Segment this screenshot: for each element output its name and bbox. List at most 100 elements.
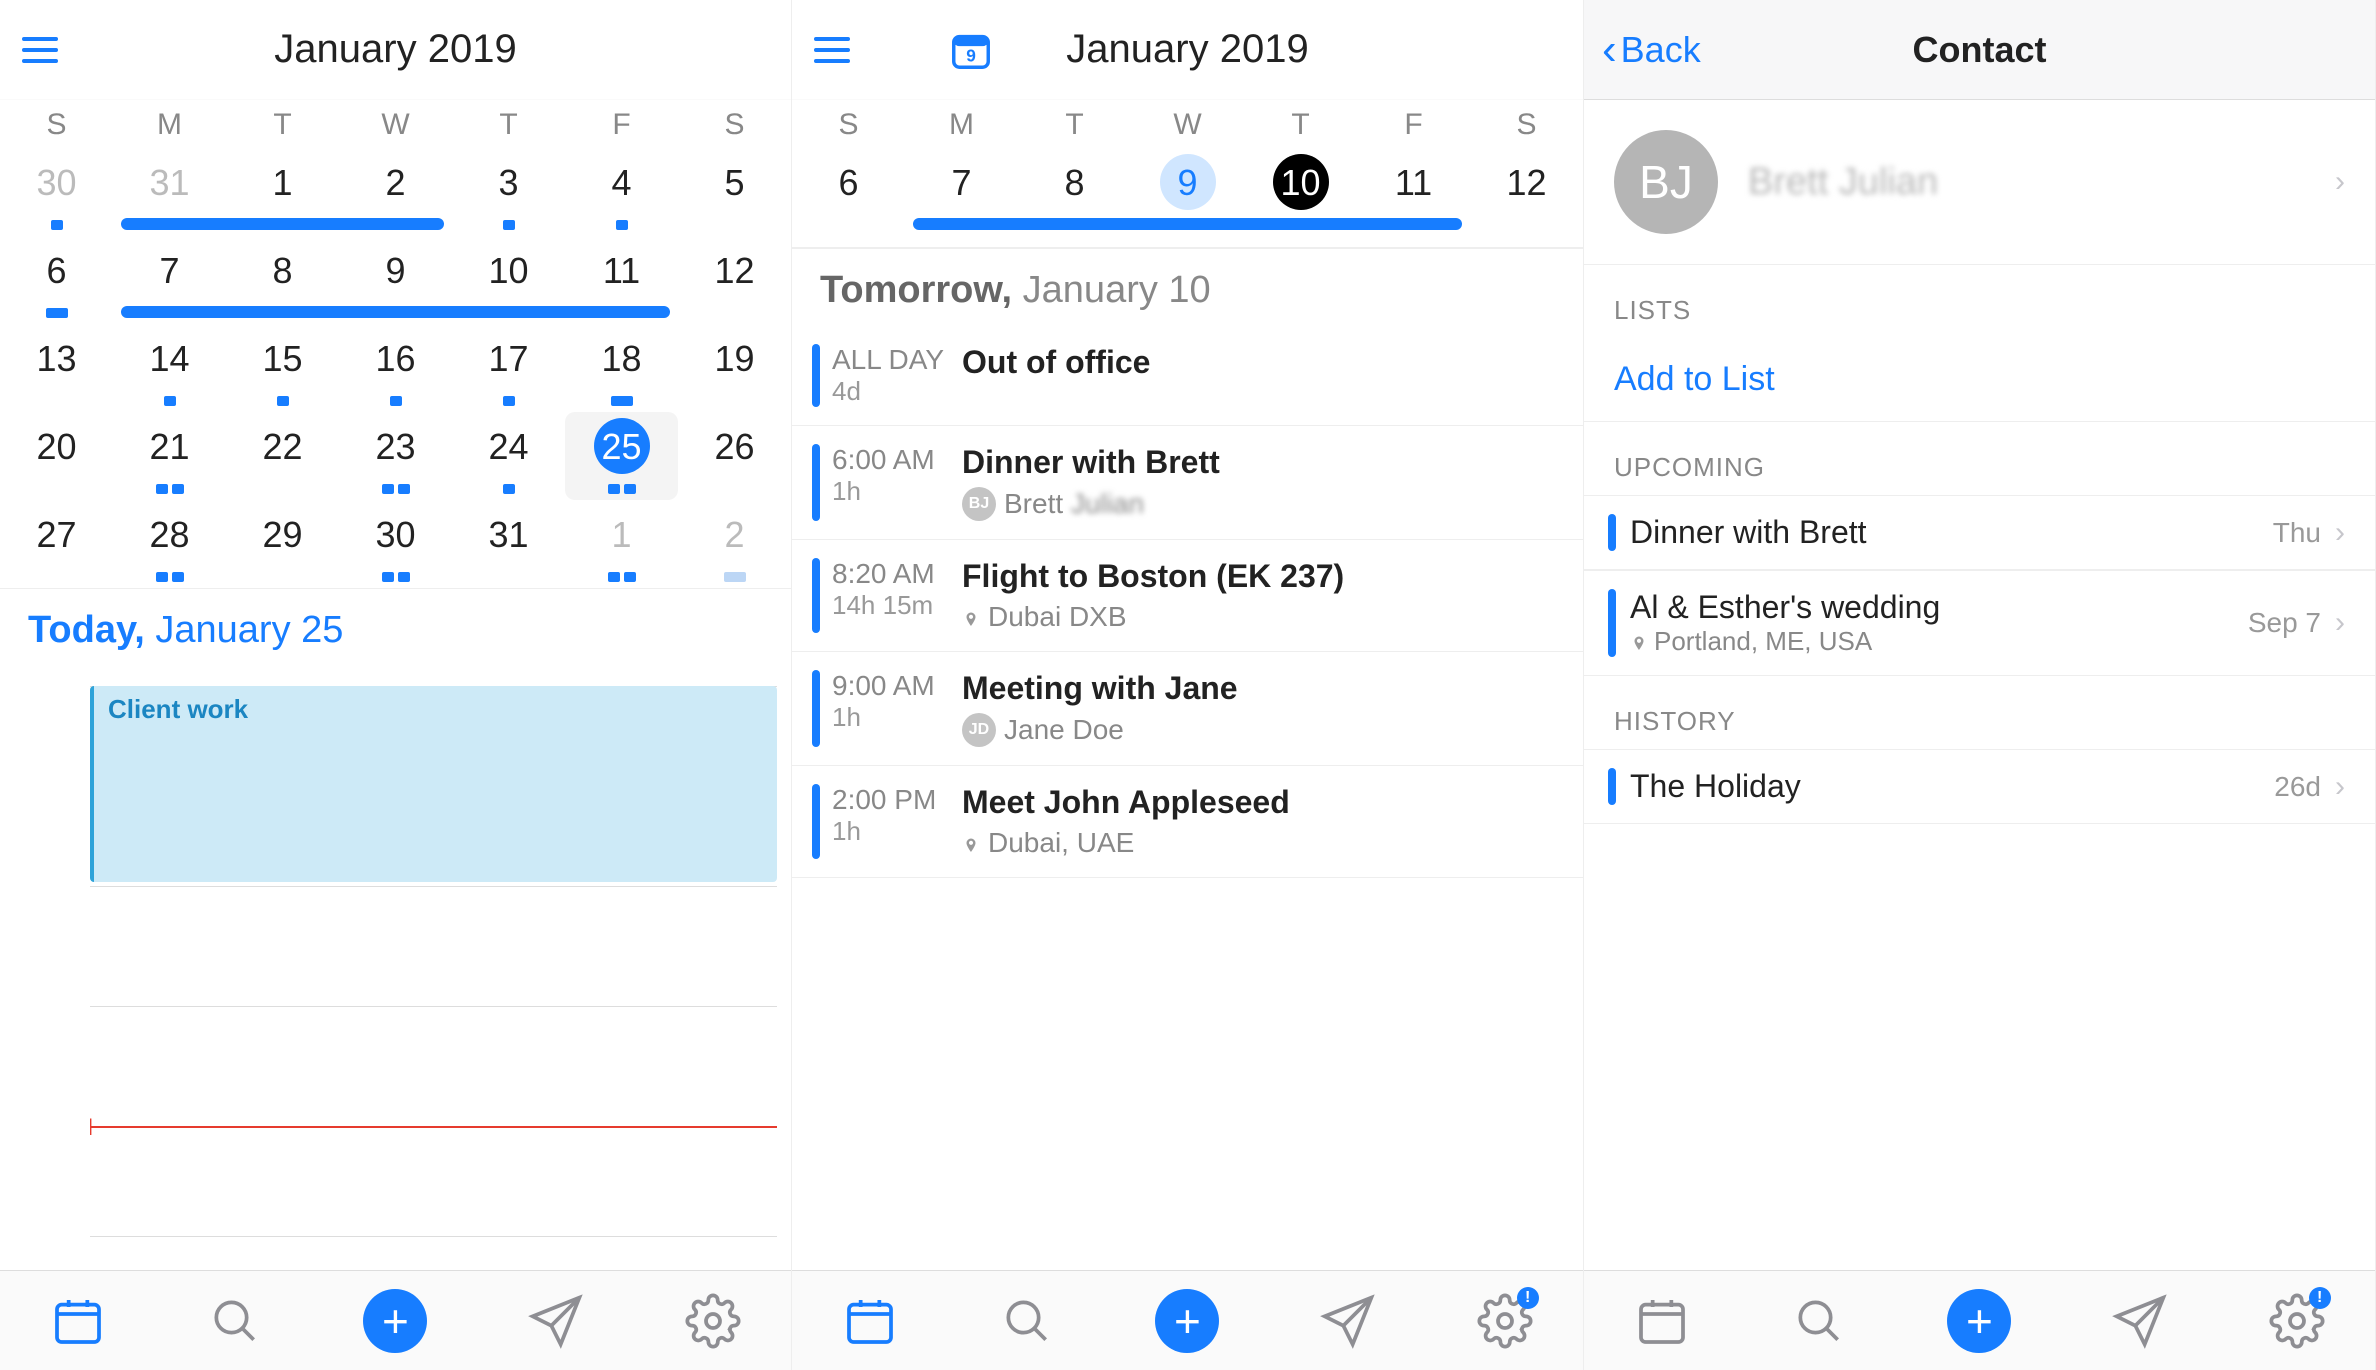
- add-to-list-button[interactable]: Add to List: [1584, 338, 2375, 422]
- dow-label: T: [226, 100, 339, 148]
- list-item[interactable]: Al & Esther's weddingPortland, ME, USASe…: [1584, 570, 2375, 676]
- date-cell[interactable]: 30: [0, 148, 113, 236]
- date-cell[interactable]: 27: [0, 500, 113, 588]
- date-cell[interactable]: 9: [1131, 148, 1244, 236]
- dow-label: T: [452, 100, 565, 148]
- date-cell[interactable]: 2: [678, 500, 791, 588]
- date-cell[interactable]: 6: [792, 148, 905, 236]
- color-stripe: [812, 444, 820, 521]
- item-title: Dinner with Brett: [1630, 514, 2259, 551]
- chevron-right-icon: ›: [2335, 516, 2345, 550]
- panel-month-view: January 2019 SMTWTFS 3031123456789101112…: [0, 0, 792, 1370]
- search-tab-icon[interactable]: [207, 1293, 263, 1349]
- date-cell[interactable]: 17: [452, 324, 565, 412]
- dow-label: S: [678, 100, 791, 148]
- header: January 2019 9: [792, 0, 1583, 100]
- calendar-tab-icon[interactable]: [1634, 1293, 1690, 1349]
- add-button[interactable]: +: [1947, 1289, 2011, 1353]
- search-tab-icon[interactable]: [999, 1293, 1055, 1349]
- nav-title: Contact: [1584, 29, 2375, 71]
- date-cell[interactable]: 7: [113, 236, 226, 324]
- date-cell[interactable]: 12: [678, 236, 791, 324]
- settings-tab-icon[interactable]: !: [2269, 1293, 2325, 1349]
- date-cell[interactable]: 8: [1018, 148, 1131, 236]
- date-cell[interactable]: 1: [226, 148, 339, 236]
- agenda-row[interactable]: ALL DAY4dOut of office: [792, 326, 1583, 426]
- color-stripe: [1608, 514, 1616, 551]
- event-title: Dinner with Brett: [962, 444, 1563, 481]
- date-cell[interactable]: 22: [226, 412, 339, 500]
- agenda-list[interactable]: ALL DAY4dOut of office6:00 AM1hDinner wi…: [792, 326, 1583, 1270]
- color-stripe: [812, 558, 820, 633]
- date-cell[interactable]: 6: [0, 236, 113, 324]
- chevron-left-icon: ‹: [1602, 25, 1617, 75]
- date-cell[interactable]: 25: [565, 412, 678, 500]
- date-cell[interactable]: 7: [905, 148, 1018, 236]
- agenda-row[interactable]: 9:00 AM1hMeeting with JaneJDJane Doe: [792, 652, 1583, 766]
- contact-header-row[interactable]: BJ Brett Julian ›: [1584, 100, 2375, 265]
- chevron-right-icon: ›: [2335, 606, 2345, 640]
- event-location: Dubai, UAE: [988, 827, 1134, 859]
- date-cell[interactable]: 20: [0, 412, 113, 500]
- back-button[interactable]: ‹Back: [1602, 25, 1701, 75]
- search-tab-icon[interactable]: [1791, 1293, 1847, 1349]
- send-tab-icon[interactable]: [2112, 1293, 2168, 1349]
- date-cell[interactable]: 3: [452, 148, 565, 236]
- date-cell[interactable]: 15: [226, 324, 339, 412]
- day-label-date: January 10: [1012, 269, 1211, 311]
- send-tab-icon[interactable]: [528, 1293, 584, 1349]
- date-cell[interactable]: 8: [226, 236, 339, 324]
- agenda-row[interactable]: 8:20 AM14h 15mFlight to Boston (EK 237)D…: [792, 540, 1583, 652]
- event-duration: 1h: [832, 816, 962, 847]
- dow-label: M: [113, 100, 226, 148]
- date-cell[interactable]: 11: [565, 236, 678, 324]
- calendar-tab-icon[interactable]: [842, 1293, 898, 1349]
- date-cell[interactable]: 31: [113, 148, 226, 236]
- date-cell[interactable]: 21: [113, 412, 226, 500]
- event-block[interactable]: Client work: [90, 686, 777, 882]
- event-title: Meeting with Jane: [962, 670, 1563, 707]
- date-cell[interactable]: 12: [1470, 148, 1583, 236]
- date-cell[interactable]: 28: [113, 500, 226, 588]
- date-cell[interactable]: 23: [339, 412, 452, 500]
- date-cell[interactable]: 2: [339, 148, 452, 236]
- date-cell[interactable]: 26: [678, 412, 791, 500]
- panel-contact-view: ‹Back Contact BJ Brett Julian › LISTS Ad…: [1584, 0, 2376, 1370]
- date-cell[interactable]: 19: [678, 324, 791, 412]
- attendee-avatar: BJ: [962, 487, 996, 521]
- location-pin-icon: [1630, 631, 1648, 653]
- list-item[interactable]: The Holiday26d›: [1584, 749, 2375, 824]
- add-button[interactable]: +: [363, 1289, 427, 1353]
- color-stripe: [812, 784, 820, 859]
- date-cell[interactable]: 11: [1357, 148, 1470, 236]
- agenda-row[interactable]: 2:00 PM1hMeet John AppleseedDubai, UAE: [792, 766, 1583, 878]
- date-cell[interactable]: 16: [339, 324, 452, 412]
- date-cell[interactable]: 31: [452, 500, 565, 588]
- date-cell[interactable]: 10: [1244, 148, 1357, 236]
- date-cell[interactable]: 1: [565, 500, 678, 588]
- event-duration: 1h: [832, 476, 962, 507]
- date-cell[interactable]: 5: [678, 148, 791, 236]
- date-cell[interactable]: 14: [113, 324, 226, 412]
- date-cell[interactable]: 18: [565, 324, 678, 412]
- date-cell[interactable]: 24: [452, 412, 565, 500]
- dow-label: S: [0, 100, 113, 148]
- calendar-tab-icon[interactable]: [50, 1293, 106, 1349]
- date-cell[interactable]: 13: [0, 324, 113, 412]
- item-location: Portland, ME, USA: [1654, 626, 1872, 657]
- list-item[interactable]: Dinner with BrettThu›: [1584, 495, 2375, 570]
- add-button[interactable]: +: [1155, 1289, 1219, 1353]
- date-cell[interactable]: 10: [452, 236, 565, 324]
- date-cell[interactable]: 4: [565, 148, 678, 236]
- agenda-row[interactable]: 6:00 AM1hDinner with BrettBJBrett Julian: [792, 426, 1583, 540]
- date-cell[interactable]: 29: [226, 500, 339, 588]
- timeline[interactable]: 2 PM3 PM4 PM5 PM7 PM6:14 PMClient work: [90, 666, 791, 1270]
- color-stripe: [1608, 768, 1616, 805]
- settings-tab-icon[interactable]: !: [1477, 1293, 1533, 1349]
- nav-bar: ‹Back Contact: [1584, 0, 2375, 100]
- date-cell[interactable]: 30: [339, 500, 452, 588]
- send-tab-icon[interactable]: [1320, 1293, 1376, 1349]
- date-cell[interactable]: 9: [339, 236, 452, 324]
- month-title: January 2019: [792, 27, 1583, 72]
- settings-tab-icon[interactable]: [685, 1293, 741, 1349]
